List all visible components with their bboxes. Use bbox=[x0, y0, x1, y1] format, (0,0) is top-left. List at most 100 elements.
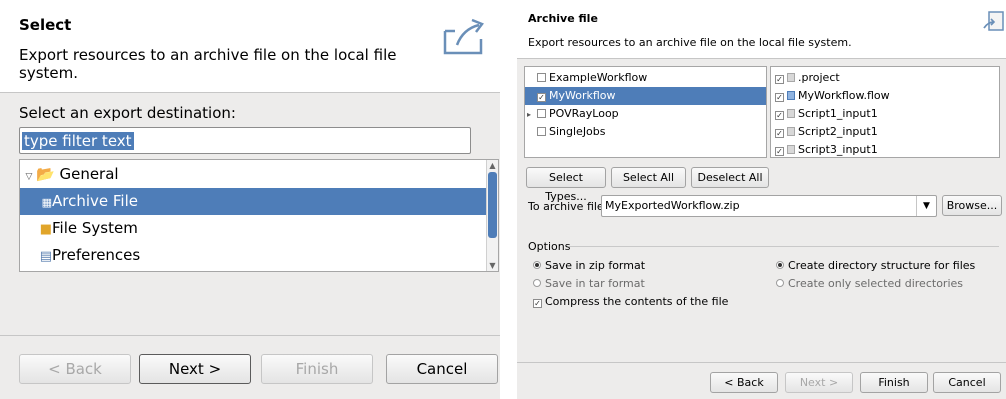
option-label: Compress the contents of the file bbox=[545, 295, 729, 308]
page-title: Select bbox=[19, 16, 72, 34]
back-button[interactable]: < Back bbox=[710, 372, 778, 393]
project-item[interactable]: SingleJobs bbox=[525, 123, 766, 141]
file-icon bbox=[787, 109, 795, 118]
project-label: SingleJobs bbox=[549, 125, 606, 138]
project-item[interactable]: ✓ MyWorkflow bbox=[525, 87, 766, 105]
file-icon bbox=[787, 145, 795, 154]
archive-icon: ▦ bbox=[41, 196, 52, 209]
radio-icon bbox=[776, 279, 784, 287]
next-button[interactable]: Next > bbox=[785, 372, 853, 393]
tree-item-general[interactable]: ▽ 📂 General bbox=[20, 161, 486, 188]
select-types-button[interactable]: Select Types... bbox=[526, 167, 606, 203]
checkbox-icon: ✓ bbox=[533, 299, 542, 308]
file-label: Script1_input1 bbox=[798, 107, 878, 120]
project-label: ExampleWorkflow bbox=[549, 71, 648, 84]
project-item[interactable]: ExampleWorkflow bbox=[525, 69, 766, 87]
finish-button[interactable]: Finish bbox=[261, 354, 373, 384]
file-item[interactable]: ✓ Script1_input1 bbox=[771, 105, 878, 123]
zip-format-radio[interactable]: Save in zip format bbox=[533, 259, 645, 272]
file-icon bbox=[787, 127, 795, 136]
tree-label: File System bbox=[52, 219, 138, 237]
archive-file-combo[interactable]: MyExportedWorkflow.zip ▼ bbox=[601, 195, 937, 217]
divider bbox=[517, 58, 1006, 59]
divider bbox=[517, 362, 1006, 363]
file-item[interactable]: ✓ Script3_input1 bbox=[771, 141, 878, 159]
browse-button[interactable]: Browse... bbox=[942, 195, 1002, 216]
deselect-all-button[interactable]: Deselect All bbox=[691, 167, 769, 188]
finish-button[interactable]: Finish bbox=[860, 372, 928, 393]
project-checkbox[interactable]: ✓ bbox=[537, 93, 546, 102]
project-label: MyWorkflow bbox=[549, 89, 616, 102]
file-item[interactable]: ✓ Script2_input1 bbox=[771, 123, 878, 141]
tree-label: General bbox=[59, 165, 119, 183]
file-label: MyWorkflow.flow bbox=[798, 89, 890, 102]
to-archive-label: To archive file: bbox=[528, 200, 608, 213]
archive-file-value: MyExportedWorkflow.zip bbox=[605, 199, 740, 212]
file-label: .project bbox=[798, 71, 840, 84]
radio-icon bbox=[533, 261, 541, 269]
vertical-scrollbar[interactable]: ▲ ▼ bbox=[486, 160, 498, 271]
project-label: POVRayLoop bbox=[549, 107, 619, 120]
export-icon bbox=[443, 18, 484, 55]
scroll-down-icon[interactable]: ▼ bbox=[487, 260, 498, 271]
file-checkbox[interactable]: ✓ bbox=[775, 93, 784, 102]
cancel-button[interactable]: Cancel bbox=[386, 354, 498, 384]
destination-tree[interactable]: ▽ 📂 General ▦Archive File ■File System ▤P… bbox=[19, 159, 499, 272]
file-checkbox[interactable]: ✓ bbox=[775, 129, 784, 138]
scroll-thumb[interactable] bbox=[488, 172, 497, 238]
selected-dirs-radio[interactable]: Create only selected directories bbox=[776, 277, 963, 290]
expand-arrow-icon[interactable]: ▸ bbox=[527, 106, 537, 124]
options-group-title: Options bbox=[528, 240, 571, 253]
preferences-icon: ▤ bbox=[39, 249, 52, 264]
file-item[interactable]: ✓ MyWorkflow.flow bbox=[771, 87, 890, 105]
file-item[interactable]: ✓ .project bbox=[771, 69, 840, 87]
back-button[interactable]: < Back bbox=[19, 354, 131, 384]
tree-item-preferences[interactable]: ▤Preferences bbox=[20, 242, 486, 269]
filter-text: type filter text bbox=[22, 132, 134, 150]
divider bbox=[0, 92, 500, 93]
option-label: Create only selected directories bbox=[788, 277, 963, 290]
project-item[interactable]: ▸ POVRayLoop bbox=[525, 105, 766, 123]
file-checkbox[interactable]: ✓ bbox=[775, 75, 784, 84]
file-checkbox[interactable]: ✓ bbox=[775, 111, 784, 120]
select-all-button[interactable]: Select All bbox=[611, 167, 686, 188]
page-description: Export resources to an archive file on t… bbox=[19, 46, 397, 82]
file-icon bbox=[787, 73, 795, 82]
archive-file-dialog: Archive file Export resources to an arch… bbox=[517, 0, 1006, 399]
tree-item-archive-file[interactable]: ▦Archive File bbox=[20, 188, 486, 215]
project-checkbox[interactable] bbox=[537, 73, 546, 82]
flow-file-icon bbox=[787, 91, 795, 100]
chevron-down-icon[interactable]: ▼ bbox=[916, 196, 936, 216]
file-checkbox[interactable]: ✓ bbox=[775, 147, 784, 156]
filter-input[interactable]: type filter text bbox=[19, 127, 471, 154]
project-checkbox[interactable] bbox=[537, 109, 546, 118]
tar-format-radio[interactable]: Save in tar format bbox=[533, 277, 645, 290]
cancel-button[interactable]: Cancel bbox=[933, 372, 1001, 393]
dir-structure-radio[interactable]: Create directory structure for files bbox=[776, 259, 975, 272]
tree-item-file-system[interactable]: ■File System bbox=[20, 215, 486, 242]
radio-icon bbox=[776, 261, 784, 269]
next-button[interactable]: Next > bbox=[139, 354, 251, 384]
destination-label: Select an export destination: bbox=[19, 104, 236, 122]
file-list[interactable]: ✓ .project ✓ MyWorkflow.flow ✓ Script1_inpu… bbox=[770, 66, 1000, 158]
page-title: Archive file bbox=[528, 12, 598, 25]
expand-arrow-icon[interactable]: ▽ bbox=[22, 164, 36, 191]
option-label: Save in tar format bbox=[545, 277, 645, 290]
option-label: Save in zip format bbox=[545, 259, 646, 272]
compress-checkbox[interactable]: ✓ Compress the contents of the file bbox=[533, 295, 728, 308]
divider bbox=[0, 335, 500, 336]
archive-export-icon bbox=[983, 11, 1004, 31]
folder-open-icon: 📂 bbox=[36, 165, 55, 183]
radio-icon bbox=[533, 279, 541, 287]
select-export-dialog: Select Export resources to an archive fi… bbox=[0, 0, 500, 399]
project-list[interactable]: ExampleWorkflow ✓ MyWorkflow ▸ POVRayLoop … bbox=[524, 66, 767, 158]
tree-label: Archive File bbox=[52, 192, 138, 210]
divider bbox=[569, 246, 999, 247]
scroll-up-icon[interactable]: ▲ bbox=[487, 160, 498, 171]
tree-label: Preferences bbox=[52, 246, 141, 264]
option-label: Create directory structure for files bbox=[788, 259, 976, 272]
project-checkbox[interactable] bbox=[537, 127, 546, 136]
page-description: Export resources to an archive file on t… bbox=[528, 36, 852, 49]
file-label: Script3_input1 bbox=[798, 143, 878, 156]
folder-icon: ■ bbox=[39, 222, 52, 237]
